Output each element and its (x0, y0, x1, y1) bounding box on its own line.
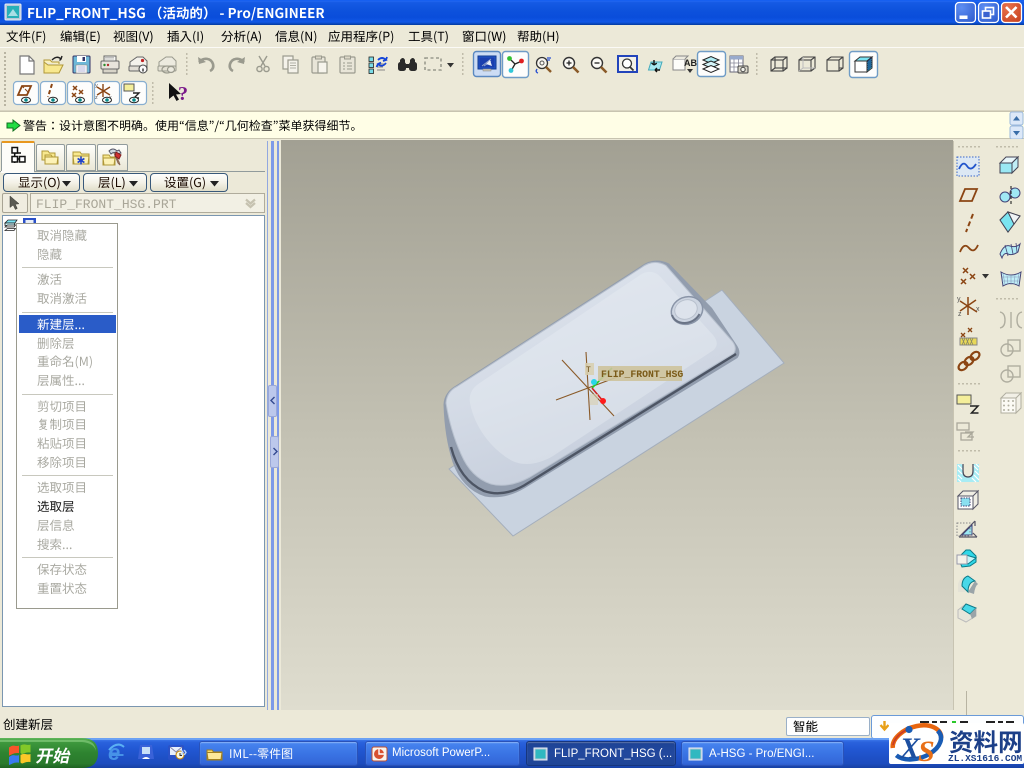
svg-text:y: y (957, 296, 961, 303)
svg-text:T: T (586, 366, 591, 375)
svg-text:FLIP_FRONT_HSG: FLIP_FRONT_HSG (601, 369, 683, 380)
svg-text:y: y (95, 83, 98, 89)
svg-text:x: x (976, 306, 980, 313)
svg-text:z: z (958, 311, 962, 318)
svg-text:?: ? (178, 83, 188, 105)
svg-text:AB: AB (684, 58, 697, 68)
svg-text:z: z (95, 95, 98, 101)
svg-text:S: S (918, 735, 935, 768)
